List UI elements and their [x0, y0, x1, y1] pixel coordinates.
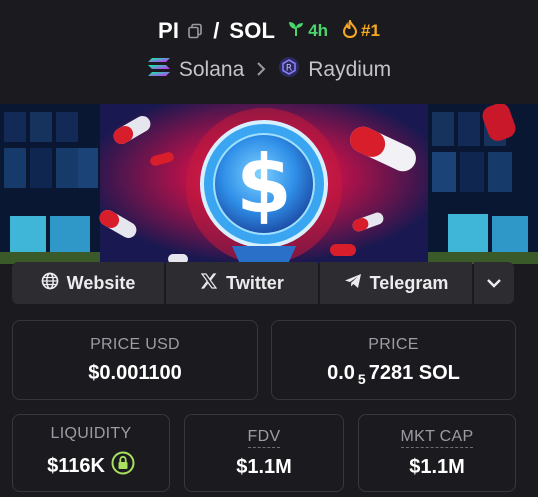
seedling-icon — [287, 20, 305, 43]
svg-text:$: $ — [236, 138, 292, 231]
svg-text:R: R — [286, 64, 292, 74]
price-native-card: PRICE 0.0 5 7281 SOL — [271, 320, 516, 400]
price-usd-value: $0.001100 — [88, 361, 182, 384]
trending-rank: #1 — [342, 17, 380, 43]
lock-icon[interactable] — [111, 451, 135, 481]
solana-icon — [147, 57, 171, 83]
flame-icon — [342, 17, 358, 43]
copy-icon[interactable] — [187, 23, 203, 39]
pair-separator: / — [213, 18, 220, 43]
dex-link[interactable]: Raydium — [308, 58, 391, 82]
rank-value: #1 — [361, 21, 380, 40]
chevron-down-icon — [486, 273, 502, 294]
price-label: PRICE — [368, 335, 419, 353]
telegram-label: Telegram — [369, 272, 449, 293]
pair-age: 4h — [287, 20, 328, 43]
price-zero-count: 5 — [357, 371, 366, 387]
liquidity-label: LIQUIDITY — [50, 425, 132, 442]
pair-header: PI / SOL 4h #1 — [0, 14, 538, 48]
x-logo-icon — [200, 272, 218, 295]
website-button[interactable]: Website — [12, 262, 164, 304]
telegram-button[interactable]: Telegram — [320, 262, 472, 304]
twitter-button[interactable]: Twitter — [166, 262, 318, 304]
price-usd-card: PRICE USD $0.001100 — [12, 320, 258, 400]
fdv-card: FDV $1.1M — [184, 414, 344, 492]
liquidity-value-row: $116K — [47, 451, 135, 481]
fdv-label[interactable]: FDV — [247, 428, 281, 448]
token-banner-image: $ — [0, 104, 538, 264]
breadcrumb: Solana R Raydium — [0, 54, 538, 86]
globe-icon — [41, 272, 59, 295]
telegram-icon — [344, 273, 362, 294]
twitter-label: Twitter — [226, 272, 284, 293]
market-cap-label[interactable]: MKT CAP — [400, 428, 474, 448]
quote-symbol: SOL — [229, 18, 276, 43]
liquidity-card: LIQUIDITY $116K — [12, 414, 170, 492]
market-cap-card: MKT CAP $1.1M — [358, 414, 516, 492]
market-cap-value: $1.1M — [409, 455, 465, 478]
price-prefix: 0.0 — [327, 361, 355, 384]
fdv-value: $1.1M — [236, 455, 292, 478]
more-links-button[interactable] — [474, 262, 514, 304]
raydium-icon: R — [278, 56, 300, 84]
liquidity-value: $116K — [47, 454, 105, 477]
base-symbol: PI — [158, 18, 180, 43]
chevron-right-icon — [256, 60, 266, 81]
website-label: Website — [66, 272, 136, 293]
price-native-value: 0.0 5 7281 SOL — [327, 361, 460, 388]
chain-link[interactable]: Solana — [179, 58, 244, 82]
social-links-bar: Website Twitter Telegram — [12, 262, 516, 304]
age-value: 4h — [308, 21, 329, 40]
price-usd-label: PRICE USD — [90, 335, 180, 353]
price-digits: 7281 SOL — [368, 361, 460, 384]
